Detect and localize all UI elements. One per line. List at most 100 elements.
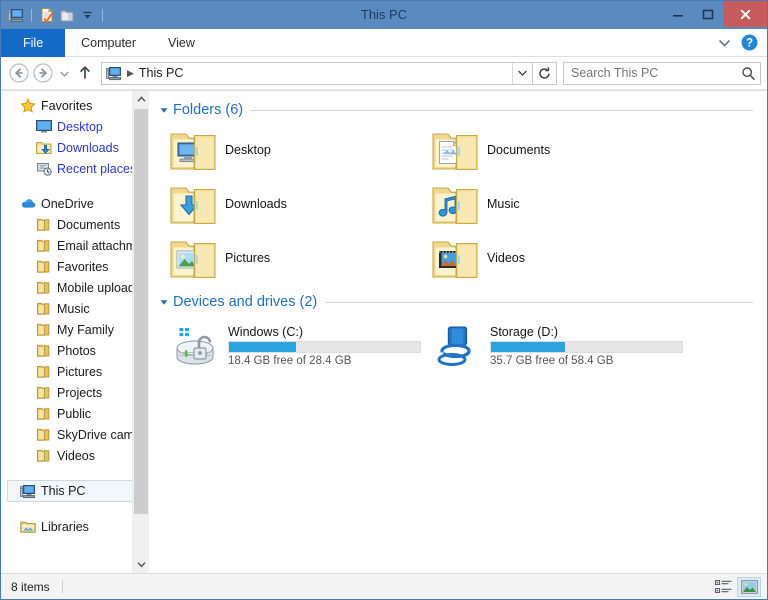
scroll-up-button[interactable]	[133, 91, 149, 108]
folder-tile-label: Downloads	[225, 197, 287, 211]
address-dropdown-chevron-down-icon[interactable]	[512, 62, 532, 84]
drive-usage-bar	[490, 341, 683, 353]
search-placeholder: Search This PC	[571, 66, 659, 80]
sidebar-item-label: Music	[57, 301, 90, 316]
sidebar-item-public[interactable]: Public	[1, 403, 149, 424]
navigation-tree: Favorites Desktop Downloads Recent places On…	[1, 95, 149, 537]
folder-icon	[35, 448, 52, 464]
qat-customize-dropdown-icon[interactable]	[77, 5, 97, 25]
sidebar-item-my-family[interactable]: My Family	[1, 319, 149, 340]
sidebar-item-skydrive-camera[interactable]: SkyDrive camera	[1, 424, 149, 445]
svg-text:?: ?	[746, 38, 753, 50]
folder-tile[interactable]: Desktop	[167, 123, 429, 177]
tab-computer[interactable]: Computer	[65, 29, 152, 57]
sidebar-item-label: Documents	[57, 217, 121, 232]
folder-tile[interactable]: Videos	[429, 231, 691, 285]
window-controls	[663, 1, 767, 27]
folder-tile-label: Pictures	[225, 251, 271, 265]
breadcrumb-current[interactable]: This PC	[139, 66, 183, 80]
title-bar: This PC	[1, 1, 767, 29]
drive-usage-fill	[229, 342, 296, 352]
status-bar: 8 items	[1, 573, 767, 599]
sidebar-item-music[interactable]: Music	[1, 298, 149, 319]
breadcrumb-this-pc-icon[interactable]	[106, 66, 122, 81]
sidebar-item-downloads[interactable]: Downloads	[1, 137, 149, 158]
sidebar-item-documents[interactable]: Documents	[1, 214, 149, 235]
folder-icon	[35, 238, 52, 254]
folder-tile[interactable]: Documents	[429, 123, 691, 177]
sidebar-item-onedrive[interactable]: OneDrive	[1, 193, 149, 214]
sidebar-item-videos[interactable]: Videos	[1, 445, 149, 466]
breadcrumb-separator-icon[interactable]: ▶	[125, 68, 136, 79]
star-icon	[19, 98, 36, 114]
help-icon[interactable]: ?	[741, 34, 759, 52]
sidebar-item-desktop[interactable]: Desktop	[1, 116, 149, 137]
details-view-button[interactable]	[711, 577, 735, 597]
downloads-icon	[35, 140, 52, 156]
folder-icon	[35, 385, 52, 401]
collapse-triangle-icon[interactable]	[157, 103, 171, 117]
folder-tile-label: Desktop	[225, 143, 271, 157]
navigation-pane: Favorites Desktop Downloads Recent places On…	[1, 91, 149, 573]
sidebar-item-photos[interactable]: Photos	[1, 340, 149, 361]
drive-tile[interactable]: Windows (C:) 18.4 GB free of 28.4 GB	[167, 317, 429, 375]
content-pane: Folders (6) Desktop Documents Downloads Mus…	[149, 91, 767, 573]
folder-tile[interactable]: Pictures	[167, 231, 429, 285]
drive-tile[interactable]: Storage (D:) 35.7 GB free of 58.4 GB	[429, 317, 691, 375]
refresh-button[interactable]	[533, 61, 557, 85]
drive-free-space: 35.7 GB free of 58.4 GB	[490, 355, 614, 367]
sidebar-item-label: Favorites	[57, 259, 109, 274]
group-header-devices[interactable]: Devices and drives (2)	[157, 291, 767, 313]
close-button[interactable]	[723, 1, 767, 27]
up-button[interactable]	[73, 61, 97, 85]
sidebar-item-pictures[interactable]: Pictures	[1, 361, 149, 382]
group-title-folders: Folders (6)	[173, 102, 244, 118]
folder-tile[interactable]: Music	[429, 177, 691, 231]
sidebar-item-libraries[interactable]: Libraries	[1, 516, 149, 537]
qat-new-folder-icon[interactable]	[57, 5, 77, 25]
breadcrumb: ▶ This PC	[102, 66, 512, 81]
sidebar-item-label: Downloads	[57, 140, 119, 155]
sidebar-item-this-pc[interactable]: This PC	[7, 480, 137, 502]
maximize-button[interactable]	[693, 1, 723, 27]
minimize-button[interactable]	[663, 1, 693, 27]
search-icon[interactable]	[741, 66, 756, 81]
folder-videos-icon	[429, 233, 483, 283]
address-input[interactable]: ▶ This PC	[101, 61, 533, 85]
group-rule	[325, 301, 753, 303]
scroll-down-button[interactable]	[133, 556, 149, 573]
qat-properties-icon[interactable]	[37, 5, 57, 25]
sidebar-item-recent-places[interactable]: Recent places	[1, 158, 149, 179]
folder-icon	[35, 301, 52, 317]
scrollbar-thumb[interactable]	[134, 109, 148, 514]
sidebar-item-label: My Family	[57, 322, 114, 337]
forward-button[interactable]	[31, 61, 55, 85]
explorer-body: Favorites Desktop Downloads Recent places On…	[1, 90, 767, 573]
group-header-folders[interactable]: Folders (6)	[157, 99, 767, 121]
navigation-scrollbar[interactable]	[132, 91, 149, 573]
search-input[interactable]: Search This PC	[563, 61, 761, 85]
qat-separator-2	[102, 8, 103, 22]
expand-ribbon-chevron-down-icon[interactable]	[715, 34, 733, 52]
recent-locations-chevron-down-icon[interactable]	[55, 61, 73, 85]
folder-tile-label: Documents	[487, 143, 551, 157]
qat-this-pc-icon[interactable]	[6, 5, 26, 25]
sidebar-item-favorites[interactable]: Favorites	[1, 95, 149, 116]
sidebar-item-favorites[interactable]: Favorites	[1, 256, 149, 277]
tab-file[interactable]: File	[1, 29, 66, 57]
folder-tile-label: Music	[487, 197, 520, 211]
back-button[interactable]	[7, 61, 31, 85]
sidebar-item-projects[interactable]: Projects	[1, 382, 149, 403]
collapse-triangle-icon[interactable]	[157, 295, 171, 309]
tab-view[interactable]: View	[152, 29, 211, 57]
large-icons-view-button[interactable]	[737, 576, 761, 597]
sidebar-item-label: Desktop	[57, 119, 103, 134]
sidebar-item-label: Libraries	[41, 519, 89, 534]
sidebar-item-email-attachmen[interactable]: Email attachmen	[1, 235, 149, 256]
sidebar-item-mobile-uploads[interactable]: Mobile uploads	[1, 277, 149, 298]
libraries-icon	[19, 519, 36, 535]
sidebar-item-label: Photos	[57, 343, 96, 358]
folder-tile[interactable]: Downloads	[167, 177, 429, 231]
drive-free-space: 18.4 GB free of 28.4 GB	[228, 355, 352, 367]
folder-icon	[35, 217, 52, 233]
